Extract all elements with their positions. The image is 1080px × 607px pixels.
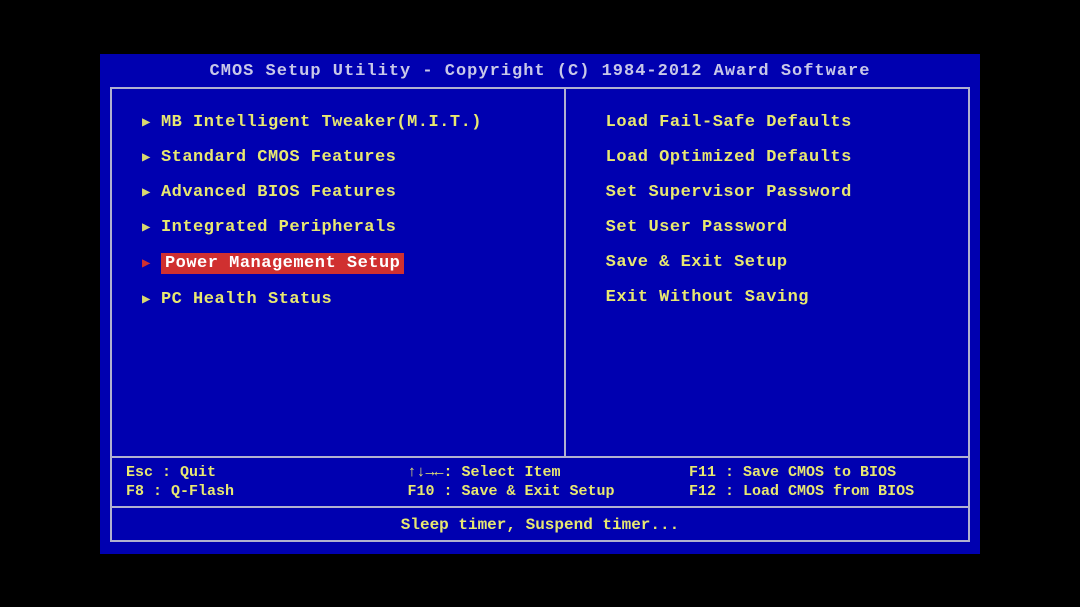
triangle-right-icon: ▶ bbox=[142, 184, 151, 201]
triangle-right-icon: ▶ bbox=[142, 219, 151, 236]
triangle-right-icon: ▶ bbox=[142, 114, 151, 131]
triangle-right-icon: ▶ bbox=[142, 291, 151, 308]
triangle-right-icon: ▶ bbox=[142, 255, 151, 272]
right-menu: Load Fail-Safe Defaults Load Optimized D… bbox=[566, 89, 968, 456]
footer-left-col: Esc : Quit F8 : Q-Flash bbox=[126, 464, 408, 502]
menu-item-pc-health[interactable]: ▶ PC Health Status bbox=[142, 290, 554, 309]
menu-item-user-password[interactable]: Set User Password bbox=[606, 218, 958, 237]
bios-screen: CMOS Setup Utility - Copyright (C) 1984-… bbox=[100, 54, 980, 554]
main-area: ▶ MB Intelligent Tweaker(M.I.T.) ▶ Stand… bbox=[112, 89, 968, 456]
footer-mid-col: ↑↓→←: Select Item F10 : Save & Exit Setu… bbox=[408, 464, 690, 502]
footer-right-col: F11 : Save CMOS to BIOS F12 : Load CMOS … bbox=[689, 464, 954, 502]
menu-item-load-failsafe[interactable]: Load Fail-Safe Defaults bbox=[606, 113, 958, 132]
key-hint-arrows: ↑↓→←: Select Item bbox=[408, 464, 690, 481]
footer-keys: Esc : Quit F8 : Q-Flash ↑↓→←: Select Ite… bbox=[112, 458, 968, 506]
key-hint-f12: F12 : Load CMOS from BIOS bbox=[689, 483, 954, 500]
menu-item-integrated-peripherals[interactable]: ▶ Integrated Peripherals bbox=[142, 218, 554, 237]
triangle-right-icon: ▶ bbox=[142, 149, 151, 166]
menu-item-advanced-bios[interactable]: ▶ Advanced BIOS Features bbox=[142, 183, 554, 202]
menu-item-save-exit[interactable]: Save & Exit Setup bbox=[606, 253, 958, 272]
menu-item-mit[interactable]: ▶ MB Intelligent Tweaker(M.I.T.) bbox=[142, 113, 554, 132]
footer: Esc : Quit F8 : Q-Flash ↑↓→←: Select Ite… bbox=[112, 456, 968, 540]
menu-item-power-management[interactable]: ▶ Power Management Setup bbox=[142, 253, 554, 274]
key-hint-esc: Esc : Quit bbox=[126, 464, 408, 481]
page-title: CMOS Setup Utility - Copyright (C) 1984-… bbox=[110, 62, 970, 81]
menu-item-load-optimized[interactable]: Load Optimized Defaults bbox=[606, 148, 958, 167]
menu-item-standard-cmos[interactable]: ▶ Standard CMOS Features bbox=[142, 148, 554, 167]
left-menu: ▶ MB Intelligent Tweaker(M.I.T.) ▶ Stand… bbox=[112, 89, 566, 456]
main-box: ▶ MB Intelligent Tweaker(M.I.T.) ▶ Stand… bbox=[110, 87, 970, 542]
menu-item-supervisor-password[interactable]: Set Supervisor Password bbox=[606, 183, 958, 202]
menu-label: MB Intelligent Tweaker(M.I.T.) bbox=[161, 113, 482, 132]
key-hint-f10: F10 : Save & Exit Setup bbox=[408, 483, 690, 500]
menu-item-exit-no-save[interactable]: Exit Without Saving bbox=[606, 288, 958, 307]
key-hint-f8: F8 : Q-Flash bbox=[126, 483, 408, 500]
help-text: Sleep timer, Suspend timer... bbox=[112, 506, 968, 540]
key-hint-f11: F11 : Save CMOS to BIOS bbox=[689, 464, 954, 481]
menu-label: Advanced BIOS Features bbox=[161, 183, 396, 202]
menu-label: PC Health Status bbox=[161, 290, 332, 309]
menu-label: Standard CMOS Features bbox=[161, 148, 396, 167]
menu-label: Power Management Setup bbox=[161, 253, 404, 274]
menu-label: Integrated Peripherals bbox=[161, 218, 396, 237]
